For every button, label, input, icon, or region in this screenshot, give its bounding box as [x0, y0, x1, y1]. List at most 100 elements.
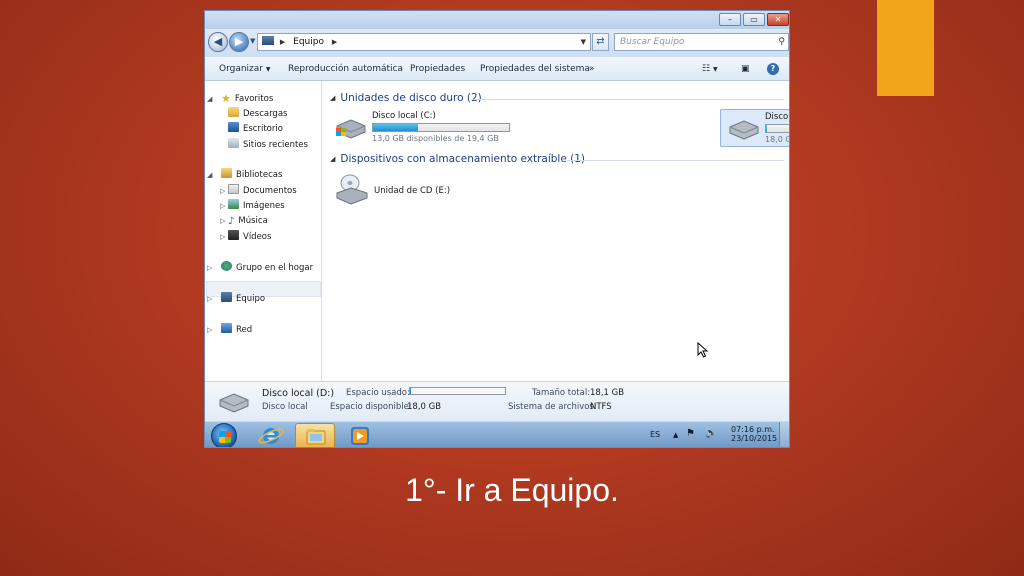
command-toolbar: Organizar ▼ Reproducción automática Prop…	[205, 57, 789, 81]
breadcrumb-next-chevron-icon[interactable]: ▶	[332, 38, 337, 46]
details-fs-value: NTFS	[590, 402, 612, 412]
ie-logo-icon	[258, 428, 284, 444]
nav-images[interactable]: ▷ Imágenes	[220, 199, 285, 213]
more-commands-button[interactable]: »	[589, 57, 595, 81]
start-orb[interactable]	[211, 423, 237, 447]
internet-explorer-icon[interactable]	[251, 423, 291, 447]
collapsed-arrow-icon[interactable]: ▷	[220, 184, 225, 198]
nav-downloads[interactable]: Descargas	[228, 107, 287, 121]
drive-d-usage-fill	[766, 125, 768, 132]
expanded-arrow-icon[interactable]: ◢	[207, 92, 212, 106]
collapsed-arrow-icon[interactable]: ▷	[207, 323, 212, 337]
taskbar: ES ▲ ⚑ 🔈 07:16 p.m. 23/10/2015	[205, 421, 789, 447]
navigation-pane: ◢ ★ Favoritos Descargas Escritorio Sitios…	[205, 81, 322, 381]
group-header-hard-drives[interactable]: ◢ Unidades de disco duro (2)	[330, 92, 482, 104]
nav-music[interactable]: ▷ ♪ Música	[220, 214, 268, 228]
images-icon	[228, 199, 239, 209]
windows-logo-icon	[219, 431, 231, 443]
help-icon[interactable]: ?	[767, 63, 779, 75]
drive-c-usage-fill	[373, 124, 418, 131]
back-button[interactable]: ◀	[208, 32, 228, 52]
collapsed-arrow-icon[interactable]: ▷	[220, 199, 225, 213]
nav-homegroup[interactable]: ▷ Grupo en el hogar	[207, 261, 314, 275]
recent-places-icon	[228, 138, 239, 148]
desktop-icon	[228, 122, 239, 132]
explorer-window: – ▭ ✕ ◀ ▶ ▼ ▶ Equipo ▶ ▼ ⇄ Buscar Equipo…	[204, 10, 790, 448]
search-input[interactable]: Buscar Equipo ⚲	[614, 33, 789, 51]
cd-drive-name[interactable]: Unidad de CD (E:)	[374, 186, 450, 196]
close-button[interactable]: ✕	[767, 13, 789, 26]
nav-libraries[interactable]: ◢ Bibliotecas	[207, 168, 282, 182]
computer-icon	[221, 292, 232, 302]
show-desktop-button[interactable]	[779, 422, 789, 447]
organize-label: Organizar	[219, 64, 263, 74]
nav-videos[interactable]: ▷ Vídeos	[220, 230, 272, 244]
search-icon[interactable]: ⚲	[778, 34, 785, 50]
breadcrumb-separator-icon[interactable]: ▶	[280, 38, 285, 46]
nav-desktop-label: Escritorio	[243, 124, 283, 134]
nav-recent-places[interactable]: Sitios recientes	[228, 138, 308, 152]
search-placeholder: Buscar Equipo	[620, 37, 685, 47]
details-used-bar	[409, 387, 506, 395]
nav-videos-label: Vídeos	[243, 232, 272, 242]
properties-button[interactable]: Propiedades	[410, 57, 465, 81]
details-total-label: Tamaño total:	[532, 388, 591, 398]
details-drive-icon	[219, 393, 249, 413]
action-center-flag-icon[interactable]: ⚑	[686, 428, 695, 439]
drive-c-free-space: 13,0 GB disponibles de 19,4 GB	[372, 134, 499, 143]
nav-computer[interactable]: ▷ Equipo	[207, 292, 265, 306]
drive-d-free-space: 18,0 GB disponibles de 18,1 GB	[765, 135, 789, 144]
autoplay-button[interactable]: Reproducción automática	[288, 57, 403, 81]
media-play-icon	[351, 427, 369, 445]
group-header-removable[interactable]: ◢ Dispositivos con almacenamiento extraíb…	[330, 153, 585, 165]
clock-time: 07:16 p.m.	[731, 425, 775, 434]
nav-desktop[interactable]: Escritorio	[228, 122, 283, 136]
show-hidden-icons-icon[interactable]: ▲	[673, 431, 678, 439]
content-pane: ◢ Unidades de disco duro (2) Disco local …	[322, 81, 789, 381]
media-player-icon[interactable]	[340, 423, 380, 447]
drive-c-usage-bar	[372, 123, 510, 132]
organize-dropdown-icon: ▼	[265, 66, 271, 73]
drive-item-c[interactable]: Disco local (C:) 13,0 GB disponibles de …	[328, 109, 514, 147]
collapsed-arrow-icon[interactable]: ▷	[220, 230, 225, 244]
nav-music-label: Música	[238, 216, 268, 226]
minimize-button[interactable]: –	[719, 13, 741, 26]
organize-menu[interactable]: Organizar ▼	[219, 57, 271, 82]
breadcrumb-equipo[interactable]: Equipo	[293, 37, 324, 47]
maximize-button[interactable]: ▭	[743, 13, 765, 26]
address-dropdown-icon[interactable]: ▼	[581, 34, 586, 50]
recent-pages-chevron-icon[interactable]: ▼	[250, 37, 255, 45]
drive-item-d[interactable]: Disco local (D:) 18,0 GB disponibles de …	[720, 109, 789, 147]
orange-accent-rectangle	[877, 0, 934, 96]
windows-explorer-icon[interactable]	[295, 423, 335, 447]
nav-documents[interactable]: ▷ Documentos	[220, 184, 297, 198]
nav-favorites[interactable]: ◢ ★ Favoritos	[207, 92, 273, 106]
star-icon: ★	[221, 92, 231, 105]
downloads-folder-icon	[228, 107, 239, 117]
collapsed-arrow-icon[interactable]: ▷	[220, 214, 225, 228]
expanded-arrow-icon[interactable]: ◢	[207, 168, 212, 182]
change-view-icon[interactable]: ☷ ▼	[702, 57, 718, 82]
group-collapse-icon[interactable]: ◢	[330, 94, 335, 102]
group-collapse-icon[interactable]: ◢	[330, 155, 335, 163]
language-indicator[interactable]: ES	[650, 430, 660, 439]
drive-d-name: Disco local (D:)	[765, 112, 789, 122]
music-note-icon: ♪	[228, 216, 235, 227]
slide-caption: 1°- Ir a Equipo.	[405, 472, 619, 508]
collapsed-arrow-icon[interactable]: ▷	[207, 292, 212, 306]
forward-button[interactable]: ▶	[229, 32, 249, 52]
nav-homegroup-label: Grupo en el hogar	[236, 263, 314, 273]
nav-network[interactable]: ▷ Red	[207, 323, 252, 337]
address-bar[interactable]: ▶ Equipo ▶ ▼	[257, 33, 591, 51]
cd-drive-item[interactable]	[334, 173, 374, 207]
refresh-button[interactable]: ⇄	[592, 33, 609, 51]
collapsed-arrow-icon[interactable]: ▷	[207, 261, 212, 275]
system-properties-button[interactable]: Propiedades del sistema	[480, 57, 590, 81]
clock[interactable]: 07:16 p.m. 23/10/2015	[731, 425, 777, 443]
group-divider	[472, 99, 784, 100]
preview-pane-icon[interactable]: ▣	[741, 57, 750, 81]
details-fs-label: Sistema de archivos:	[508, 402, 597, 412]
title-bar[interactable]: – ▭ ✕	[205, 11, 789, 29]
folder-icon	[306, 429, 326, 445]
volume-speaker-icon[interactable]: 🔈	[705, 428, 717, 439]
